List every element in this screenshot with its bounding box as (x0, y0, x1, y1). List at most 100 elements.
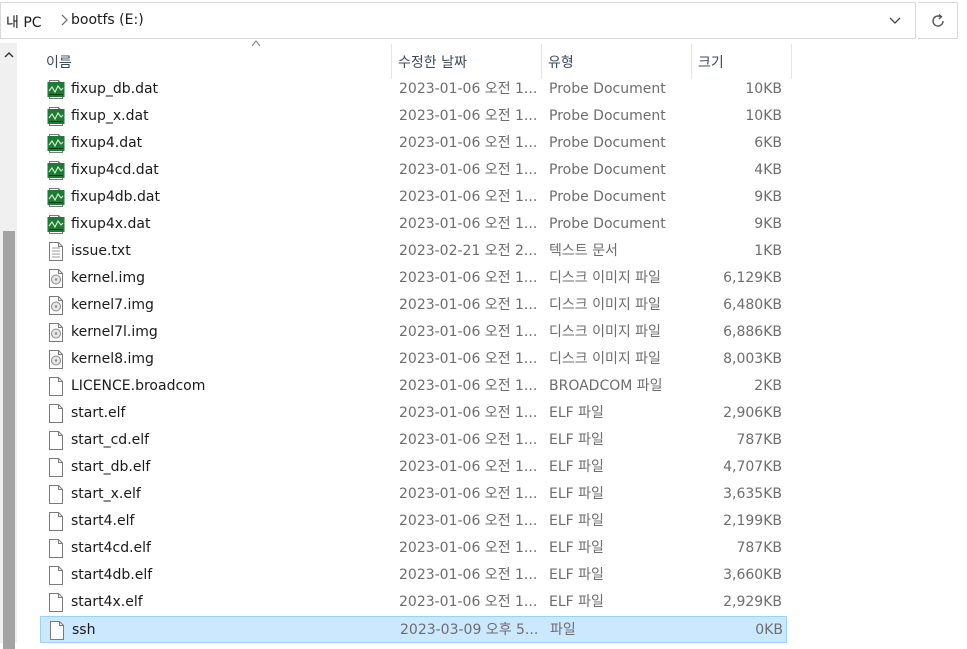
file-type: 텍스트 문서 (549, 243, 618, 259)
file-row[interactable]: kernel8.img 2023-01-06 오전 1... 디스크 이미지 파일 8… (40, 346, 787, 373)
file-row[interactable]: fixup4x.dat 2023-01-06 오전 1... Probe Docum… (40, 211, 787, 238)
file-row[interactable]: fixup4db.dat 2023-01-06 오전 1... Probe Docu… (40, 184, 787, 211)
chevron-down-icon[interactable] (887, 13, 903, 29)
file-type: Probe Document (549, 135, 666, 151)
file-row[interactable]: fixup_x.dat 2023-01-06 오전 1... Probe Docum… (40, 103, 787, 130)
file-name: fixup_db.dat (71, 81, 159, 97)
file-name: start.elf (71, 405, 126, 421)
file-date: 2023-01-06 오전 1... (399, 324, 538, 340)
file-size: 9KB (754, 189, 782, 205)
refresh-icon (931, 13, 944, 27)
file-name: start4.elf (71, 513, 135, 529)
file-type: ELF 파일 (549, 594, 604, 610)
file-date: 2023-01-06 오전 1... (399, 378, 538, 394)
file-row[interactable]: kernel.img 2023-01-06 오전 1... 디스크 이미지 파일 6,… (40, 265, 787, 292)
file-row[interactable]: fixup4.dat 2023-01-06 오전 1... Probe Docume… (40, 130, 787, 157)
file-name: fixup_x.dat (71, 108, 149, 124)
column-header-date[interactable]: 수정한 날짜 (392, 44, 542, 79)
text-file-icon (49, 242, 63, 261)
file-name: start_db.elf (71, 459, 151, 475)
column-header-type[interactable]: 유형 (542, 44, 692, 79)
file-type: ELF 파일 (549, 486, 604, 502)
file-date: 2023-01-06 오전 1... (399, 432, 538, 448)
file-date: 2023-01-06 오전 1... (399, 216, 538, 232)
file-type: 파일 (550, 622, 576, 638)
file-size: 3,635KB (723, 486, 782, 502)
file-row[interactable]: start4.elf 2023-01-06 오전 1... ELF 파일 2,199K… (40, 508, 787, 535)
disk-image-icon (49, 296, 63, 315)
file-size: 6KB (754, 135, 782, 151)
file-name: fixup4cd.dat (71, 162, 159, 178)
file-row[interactable]: fixup_db.dat 2023-01-06 오전 1... Probe Docu… (40, 76, 787, 103)
file-type: ELF 파일 (549, 459, 604, 475)
file-type: 디스크 이미지 파일 (549, 297, 661, 313)
file-date: 2023-01-06 오전 1... (399, 459, 538, 475)
file-type: ELF 파일 (549, 513, 604, 529)
file-row[interactable]: start_cd.elf 2023-01-06 오전 1... ELF 파일 787K… (40, 427, 787, 454)
file-date: 2023-02-21 오전 2... (399, 243, 538, 259)
file-size: 6,886KB (723, 324, 782, 340)
breadcrumb-drive[interactable]: bootfs (E:) (71, 12, 144, 28)
file-row[interactable]: ssh 2023-03-09 오후 5... 파일 0KB (40, 616, 787, 643)
probe-document-icon (47, 107, 65, 126)
file-date: 2023-01-06 오전 1... (399, 297, 538, 313)
file-row[interactable]: issue.txt 2023-02-21 오전 2... 텍스트 문서 1KB (40, 238, 787, 265)
vertical-scrollbar[interactable] (0, 43, 17, 649)
scrollbar-thumb[interactable] (3, 231, 15, 649)
breadcrumb-this-pc[interactable]: 내 PC (6, 12, 42, 32)
address-field[interactable]: 내 PC bootfs (E:) (0, 2, 916, 39)
file-size: 787KB (736, 540, 782, 556)
file-date: 2023-01-06 오전 1... (399, 567, 538, 583)
file-date: 2023-01-06 오전 1... (399, 351, 538, 367)
file-type: ELF 파일 (549, 432, 604, 448)
refresh-button[interactable] (918, 2, 958, 39)
file-row[interactable]: start4db.elf 2023-01-06 오전 1... ELF 파일 3,66… (40, 562, 787, 589)
file-name: kernel7l.img (71, 324, 158, 340)
disk-image-icon (49, 323, 63, 342)
probe-document-icon (47, 188, 65, 207)
file-row[interactable]: start_x.elf 2023-01-06 오전 1... ELF 파일 3,635… (40, 481, 787, 508)
file-row[interactable]: LICENCE.broadcom 2023-01-06 오전 1... BROADC… (40, 373, 787, 400)
file-row[interactable]: kernel7l.img 2023-01-06 오전 1... 디스크 이미지 파일… (40, 319, 787, 346)
file-name: issue.txt (71, 243, 131, 259)
file-row[interactable]: start.elf 2023-01-06 오전 1... ELF 파일 2,906KB (40, 400, 787, 427)
file-name: kernel.img (71, 270, 145, 286)
file-size: 9KB (754, 216, 782, 232)
file-row[interactable]: start4x.elf 2023-01-06 오전 1... ELF 파일 2,929… (40, 589, 787, 616)
file-name: kernel8.img (71, 351, 154, 367)
file-type: BROADCOM 파일 (549, 378, 663, 394)
blank-file-icon (49, 458, 63, 477)
file-name: ssh (72, 622, 96, 638)
disk-image-icon (49, 269, 63, 288)
blank-file-icon (49, 485, 63, 504)
file-date: 2023-01-06 오전 1... (399, 162, 538, 178)
file-row[interactable]: start_db.elf 2023-01-06 오전 1... ELF 파일 4,70… (40, 454, 787, 481)
file-row[interactable]: kernel7.img 2023-01-06 오전 1... 디스크 이미지 파일 6… (40, 292, 787, 319)
scroll-up-icon[interactable] (3, 49, 15, 61)
column-header-name[interactable]: 이름 (40, 44, 392, 79)
blank-file-icon (49, 566, 63, 585)
blank-file-icon (49, 593, 63, 612)
file-name: fixup4x.dat (71, 216, 151, 232)
file-name: fixup4.dat (71, 135, 143, 151)
blank-file-icon (49, 431, 63, 450)
disk-image-icon (49, 350, 63, 369)
file-type: 디스크 이미지 파일 (549, 324, 661, 340)
file-name: start_cd.elf (71, 432, 150, 448)
file-type: ELF 파일 (549, 567, 604, 583)
chevron-right-icon[interactable] (58, 11, 70, 29)
file-date: 2023-01-06 오전 1... (399, 594, 538, 610)
file-size: 787KB (736, 432, 782, 448)
column-header-size[interactable]: 크기 (692, 44, 792, 79)
blank-file-icon (49, 539, 63, 558)
file-type: ELF 파일 (549, 540, 604, 556)
blank-file-icon (50, 621, 64, 640)
file-size: 3,660KB (723, 567, 782, 583)
file-type: Probe Document (549, 162, 666, 178)
file-date: 2023-03-09 오후 5... (400, 622, 539, 638)
file-row[interactable]: fixup4cd.dat 2023-01-06 오전 1... Probe Docu… (40, 157, 787, 184)
file-size: 2KB (754, 378, 782, 394)
file-date: 2023-01-06 오전 1... (399, 81, 538, 97)
probe-document-icon (47, 80, 65, 99)
file-row[interactable]: start4cd.elf 2023-01-06 오전 1... ELF 파일 787K… (40, 535, 787, 562)
